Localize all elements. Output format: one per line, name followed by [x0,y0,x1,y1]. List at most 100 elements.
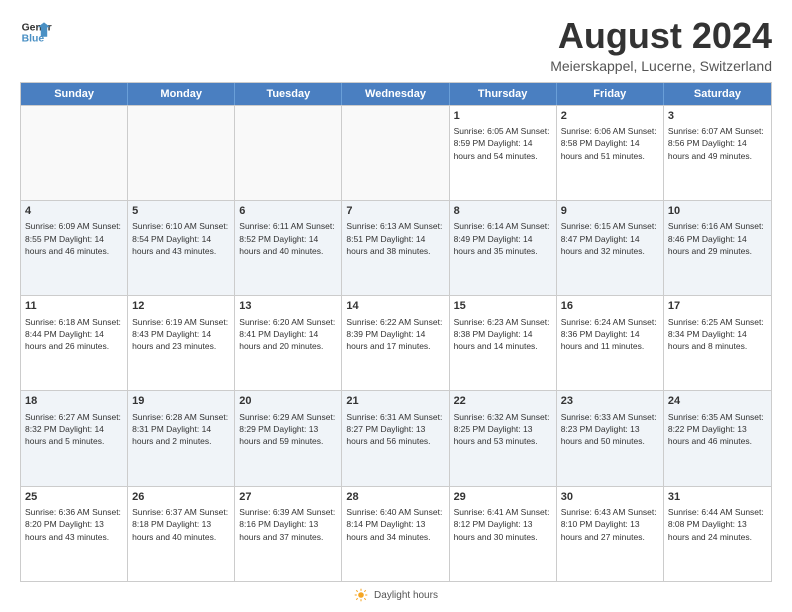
day-number: 2 [561,109,659,124]
cal-cell-5-1: 25Sunrise: 6:36 AM Sunset: 8:20 PM Dayli… [21,487,128,581]
day-number: 28 [346,490,444,505]
cal-cell-4-7: 24 Sunrise: 6:35 AM Sunset: 8:22 PM Dayli… [664,391,771,485]
day-number: 7 [346,204,444,219]
day-info: Sunrise: 6:27 AM Sunset: 8:32 PM Dayligh… [25,411,123,448]
day-info: Sunrise: 6:39 AM Sunset: 8:16 PM Dayligh… [239,506,337,543]
day-number: 6 [239,204,337,219]
svg-text:General: General [22,22,52,33]
day-info: Sunrise: 6:24 AM Sunset: 8:36 PM Dayligh… [561,316,659,353]
cal-cell-4-3: 20 Sunrise: 6:29 AM Sunset: 8:29 PM Dayli… [235,391,342,485]
day-info: Sunrise: 6:14 AM Sunset: 8:49 PM Dayligh… [454,220,552,257]
day-number: 23 [561,394,659,409]
cal-cell-5-3: 27Sunrise: 6:39 AM Sunset: 8:16 PM Dayli… [235,487,342,581]
cal-cell-4-5: 22 Sunrise: 6:32 AM Sunset: 8:25 PM Dayli… [450,391,557,485]
day-number: 3 [668,109,767,124]
day-number: 30 [561,490,659,505]
header-thursday: Thursday [450,83,557,105]
footer: Daylight hours [20,588,772,602]
cal-cell-1-3 [235,106,342,200]
cal-cell-2-4: 7Sunrise: 6:13 AM Sunset: 8:51 PM Daylig… [342,201,449,295]
header-saturday: Saturday [664,83,771,105]
day-number: 19 [132,394,230,409]
day-number: 5 [132,204,230,219]
cal-cell-5-4: 28Sunrise: 6:40 AM Sunset: 8:14 PM Dayli… [342,487,449,581]
cal-cell-5-5: 29Sunrise: 6:41 AM Sunset: 8:12 PM Dayli… [450,487,557,581]
cal-cell-3-3: 13Sunrise: 6:20 AM Sunset: 8:41 PM Dayli… [235,296,342,390]
day-info: Sunrise: 6:13 AM Sunset: 8:51 PM Dayligh… [346,220,444,257]
calendar-row-1: 1Sunrise: 6:05 AM Sunset: 8:59 PM Daylig… [21,105,771,200]
cal-cell-2-6: 9Sunrise: 6:15 AM Sunset: 8:47 PM Daylig… [557,201,664,295]
day-number: 29 [454,490,552,505]
day-number: 13 [239,299,337,314]
day-number: 12 [132,299,230,314]
calendar-row-2: 4Sunrise: 6:09 AM Sunset: 8:55 PM Daylig… [21,200,771,295]
header-tuesday: Tuesday [235,83,342,105]
day-number: 8 [454,204,552,219]
header-sunday: Sunday [21,83,128,105]
calendar-row-4: 18 Sunrise: 6:27 AM Sunset: 8:32 PM Dayli… [21,390,771,485]
day-info: Sunrise: 6:40 AM Sunset: 8:14 PM Dayligh… [346,506,444,543]
day-number: 27 [239,490,337,505]
day-number: 4 [25,204,123,219]
header-monday: Monday [128,83,235,105]
day-number: 17 [668,299,767,314]
day-info: Sunrise: 6:19 AM Sunset: 8:43 PM Dayligh… [132,316,230,353]
day-number: 24 [668,394,767,409]
cal-cell-2-7: 10Sunrise: 6:16 AM Sunset: 8:46 PM Dayli… [664,201,771,295]
cal-cell-4-1: 18 Sunrise: 6:27 AM Sunset: 8:32 PM Dayli… [21,391,128,485]
page: General Blue August 2024 Meierskappel, L… [0,0,792,612]
day-info: Sunrise: 6:35 AM Sunset: 8:22 PM Dayligh… [668,411,767,448]
day-number: 20 [239,394,337,409]
cal-cell-5-7: 31Sunrise: 6:44 AM Sunset: 8:08 PM Dayli… [664,487,771,581]
cal-cell-1-5: 1Sunrise: 6:05 AM Sunset: 8:59 PM Daylig… [450,106,557,200]
day-number: 22 [454,394,552,409]
day-info: Sunrise: 6:25 AM Sunset: 8:34 PM Dayligh… [668,316,767,353]
cal-cell-4-2: 19 Sunrise: 6:28 AM Sunset: 8:31 PM Dayli… [128,391,235,485]
cal-cell-3-5: 15Sunrise: 6:23 AM Sunset: 8:38 PM Dayli… [450,296,557,390]
day-info: Sunrise: 6:28 AM Sunset: 8:31 PM Dayligh… [132,411,230,448]
cal-cell-1-1 [21,106,128,200]
day-info: Sunrise: 6:29 AM Sunset: 8:29 PM Dayligh… [239,411,337,448]
day-number: 11 [25,299,123,314]
cal-cell-3-7: 17 Sunrise: 6:25 AM Sunset: 8:34 PM Dayli… [664,296,771,390]
day-number: 25 [25,490,123,505]
cal-cell-2-1: 4Sunrise: 6:09 AM Sunset: 8:55 PM Daylig… [21,201,128,295]
cal-cell-1-7: 3Sunrise: 6:07 AM Sunset: 8:56 PM Daylig… [664,106,771,200]
cal-cell-1-2 [128,106,235,200]
calendar-row-5: 25Sunrise: 6:36 AM Sunset: 8:20 PM Dayli… [21,486,771,581]
day-info: Sunrise: 6:31 AM Sunset: 8:27 PM Dayligh… [346,411,444,448]
cal-cell-2-2: 5Sunrise: 6:10 AM Sunset: 8:54 PM Daylig… [128,201,235,295]
calendar-header: Sunday Monday Tuesday Wednesday Thursday… [21,83,771,105]
day-info: Sunrise: 6:33 AM Sunset: 8:23 PM Dayligh… [561,411,659,448]
day-info: Sunrise: 6:43 AM Sunset: 8:10 PM Dayligh… [561,506,659,543]
logo: General Blue [20,16,52,48]
cal-cell-1-6: 2Sunrise: 6:06 AM Sunset: 8:58 PM Daylig… [557,106,664,200]
day-info: Sunrise: 6:10 AM Sunset: 8:54 PM Dayligh… [132,220,230,257]
day-number: 18 [25,394,123,409]
day-number: 31 [668,490,767,505]
main-title: August 2024 [550,16,772,56]
cal-cell-2-5: 8Sunrise: 6:14 AM Sunset: 8:49 PM Daylig… [450,201,557,295]
footer-text: Daylight hours [374,590,438,601]
day-number: 16 [561,299,659,314]
day-info: Sunrise: 6:18 AM Sunset: 8:44 PM Dayligh… [25,316,123,353]
day-info: Sunrise: 6:32 AM Sunset: 8:25 PM Dayligh… [454,411,552,448]
cal-cell-3-6: 16 Sunrise: 6:24 AM Sunset: 8:36 PM Dayli… [557,296,664,390]
header-friday: Friday [557,83,664,105]
day-info: Sunrise: 6:36 AM Sunset: 8:20 PM Dayligh… [25,506,123,543]
cal-cell-1-4 [342,106,449,200]
day-number: 21 [346,394,444,409]
sun-icon [354,588,368,602]
header-wednesday: Wednesday [342,83,449,105]
cal-cell-5-2: 26Sunrise: 6:37 AM Sunset: 8:18 PM Dayli… [128,487,235,581]
day-info: Sunrise: 6:23 AM Sunset: 8:38 PM Dayligh… [454,316,552,353]
day-info: Sunrise: 6:41 AM Sunset: 8:12 PM Dayligh… [454,506,552,543]
subtitle: Meierskappel, Lucerne, Switzerland [550,58,772,74]
day-info: Sunrise: 6:09 AM Sunset: 8:55 PM Dayligh… [25,220,123,257]
day-info: Sunrise: 6:05 AM Sunset: 8:59 PM Dayligh… [454,125,552,162]
footer-note: Daylight hours [20,588,772,602]
day-number: 26 [132,490,230,505]
cal-cell-2-3: 6Sunrise: 6:11 AM Sunset: 8:52 PM Daylig… [235,201,342,295]
cal-cell-3-2: 12 Sunrise: 6:19 AM Sunset: 8:43 PM Dayli… [128,296,235,390]
cal-cell-4-6: 23 Sunrise: 6:33 AM Sunset: 8:23 PM Dayli… [557,391,664,485]
